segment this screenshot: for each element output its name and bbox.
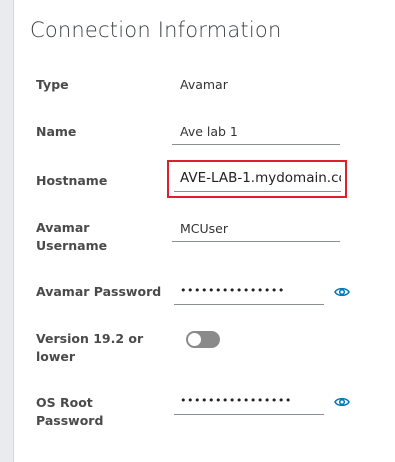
eye-icon[interactable] [334,396,350,408]
password-masked-value[interactable]: ••••••••••••••• [174,279,324,303]
name-label: Name [36,124,77,139]
version-label-line2: lower [36,349,76,364]
page-title: Connection Information [30,18,282,42]
name-field[interactable] [172,119,340,145]
os-root-password-field[interactable]: •••••••••••••••• [174,389,324,415]
toggle-knob [188,333,201,346]
name-input[interactable] [172,119,340,143]
type-value: Avamar [180,77,228,92]
version-toggle[interactable] [186,331,220,348]
hostname-input[interactable] [174,166,341,190]
type-label: Type [36,77,69,92]
version-label-line1: Version 19.2 or [36,331,144,346]
os-root-password-label-line1: OS Root [36,395,93,410]
hostname-field[interactable] [174,166,341,192]
username-label-line1: Avamar [36,220,90,235]
os-root-password-masked-value[interactable]: •••••••••••••••• [174,389,324,413]
username-field[interactable] [172,216,340,242]
eye-icon[interactable] [334,286,350,298]
os-root-password-label-line2: Password [36,413,104,428]
username-label-line2: Username [36,238,108,253]
password-label: Avamar Password [36,284,162,299]
hostname-label: Hostname [36,173,108,188]
username-input[interactable] [172,216,340,240]
password-field[interactable]: ••••••••••••••• [174,279,324,305]
connection-information-panel: Connection Information Type Avamar Name … [13,0,395,462]
